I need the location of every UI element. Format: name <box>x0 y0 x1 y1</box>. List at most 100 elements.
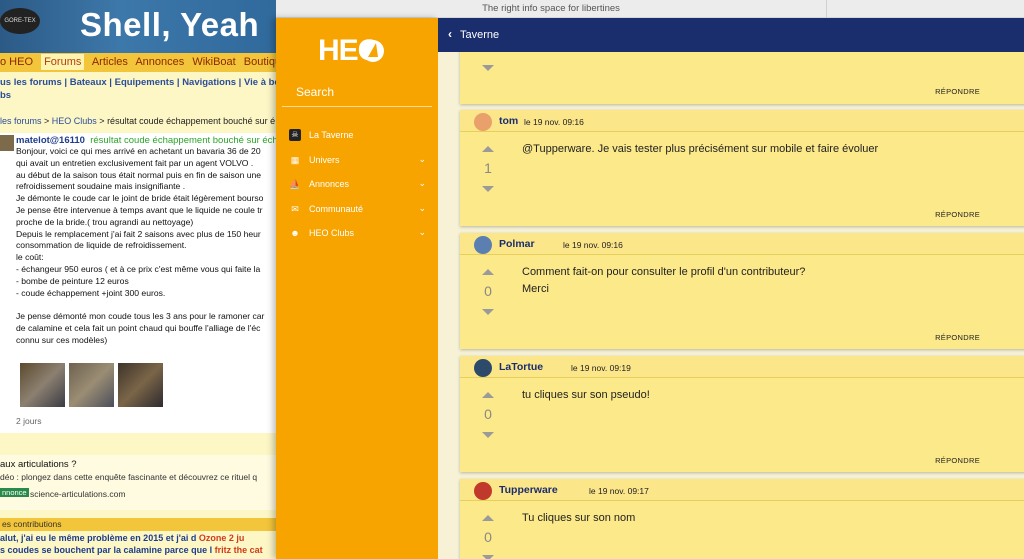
sidebar-item-label: HEO Clubs <box>309 228 355 238</box>
chevron-down-icon[interactable]: ⌄ <box>418 203 426 214</box>
post-author[interactable]: Polmar <box>499 238 535 250</box>
post-card-header: tom le 19 nov. 09:16 <box>460 110 1024 132</box>
post-time: 2 jours <box>16 416 42 426</box>
sidebar-item-la-taverne[interactable]: ☠ La Taverne <box>276 123 438 148</box>
chevron-down-icon[interactable]: ⌄ <box>418 178 426 189</box>
sidebar-item-heo-clubs[interactable]: ☻ HEO Clubs ⌄ <box>276 221 438 246</box>
post-message: Merci <box>522 283 549 295</box>
forum-nav: o HEO Forums Articles Annonces WikiBoat … <box>0 53 300 72</box>
subnav-line-2[interactable]: bs <box>0 89 300 102</box>
upvote-icon[interactable] <box>482 146 494 152</box>
photo-thumbnail[interactable] <box>69 363 114 407</box>
photo-thumbnail[interactable] <box>118 363 163 407</box>
upvote-icon[interactable] <box>482 269 494 275</box>
contribution-user[interactable]: fritz the cat <box>215 545 263 555</box>
nav-forums[interactable]: Forums <box>41 54 85 70</box>
post-message: Tu cliques sur son nom <box>522 512 636 524</box>
thread-header: ‹ Taverne <box>438 18 1024 52</box>
post-card: tom le 19 nov. 09:16 1 @Tupperware. Je v… <box>460 110 1024 226</box>
background-forum-page: GORE-TEX Shell, Yeah o HEO Forums Articl… <box>0 0 300 559</box>
contribution-row[interactable]: s coudes se bouchent par la calamine par… <box>0 545 263 555</box>
sidebar-item-communaute[interactable]: ✉ Communauté ⌄ <box>276 197 438 222</box>
reply-button[interactable]: RÉPONDRE <box>935 87 980 96</box>
tab-separator <box>826 0 827 18</box>
sidebar-item-label: Univers <box>309 154 340 165</box>
post-card-header: LaTortue le 19 nov. 09:19 <box>460 356 1024 378</box>
search-underline <box>282 106 432 107</box>
avatar[interactable] <box>474 113 492 131</box>
sidebar-item-annonces[interactable]: ⛵ Annonces ⌄ <box>276 172 438 197</box>
search-input[interactable]: Search <box>296 85 334 99</box>
ad-title[interactable]: aux articulations ? <box>0 459 77 470</box>
nav-heo[interactable]: o HEO <box>0 56 33 68</box>
post-card-header: Polmar le 19 nov. 09:16 <box>460 233 1024 255</box>
post-body: Bonjour, voici ce qui mes arrivé en ache… <box>16 146 265 345</box>
app-sidebar: HEO Search ☠ La Taverne ▦ Univers ⌄ ⛵ An… <box>276 18 438 559</box>
downvote-icon[interactable] <box>482 186 494 192</box>
ad-badge: nnonce <box>0 488 29 497</box>
post-message: @Tupperware. Je vais tester plus précisé… <box>522 143 879 155</box>
post-author[interactable]: matelot@16110 <box>16 135 85 146</box>
ad-block[interactable]: aux articulations ? déo : plongez dans c… <box>0 455 300 510</box>
post-author[interactable]: LaTortue <box>499 361 543 373</box>
reply-button[interactable]: RÉPONDRE <box>935 210 980 219</box>
contribution-row[interactable]: alut, j'ai eu le même problème en 2015 e… <box>0 533 244 543</box>
downvote-icon[interactable] <box>482 309 494 315</box>
sidebar-item-label: Annonces <box>309 179 350 189</box>
post-subject[interactable]: résultat coude échappement bouché sur éc… <box>90 135 283 146</box>
post-date: le 19 nov. 09:19 <box>571 363 631 373</box>
upvote-icon[interactable] <box>482 515 494 521</box>
thread-list[interactable]: RÉPONDRE tom le 19 nov. 09:16 1 @Tupperw… <box>438 52 1024 559</box>
ad-text: déo : plongez dans cette enquête fascina… <box>0 472 258 482</box>
contributions-header: es contributions <box>0 518 300 531</box>
boat-icon: ⛵ <box>289 179 301 189</box>
sidebar-item-label: La Taverne <box>309 130 354 140</box>
back-chevron-icon[interactable]: ‹ <box>448 27 452 41</box>
post-card: RÉPONDRE <box>460 52 1024 104</box>
forum-post: matelot@16110 résultat coude échappement… <box>0 133 300 433</box>
nav-wikiboat[interactable]: WikiBoat <box>192 56 235 68</box>
forum-breadcrumb: les forums > HEO Clubs > résultat coude … <box>0 116 276 126</box>
contribution-text[interactable]: alut, j'ai eu le même problème en 2015 e… <box>0 533 196 543</box>
downvote-icon[interactable] <box>482 555 494 559</box>
sidebar-item-univers[interactable]: ▦ Univers ⌄ <box>276 148 438 173</box>
post-card: Polmar le 19 nov. 09:16 0 Comment fait-o… <box>460 233 1024 349</box>
nav-annonces[interactable]: Annonces <box>135 56 184 68</box>
ad-link[interactable]: science-articulations.com <box>30 489 125 499</box>
nav-articles[interactable]: Articles <box>92 56 128 68</box>
post-message: tu cliques sur son pseudo! <box>522 389 650 401</box>
banner-title: Shell, Yeah <box>80 6 260 43</box>
vote-count: 1 <box>484 160 492 176</box>
forum-subnav[interactable]: us les forums | Bateaux | Equipements | … <box>0 76 300 102</box>
downvote-icon[interactable] <box>482 432 494 438</box>
downvote-icon[interactable] <box>482 65 494 71</box>
chevron-down-icon[interactable]: ⌄ <box>418 227 426 238</box>
reply-button[interactable]: RÉPONDRE <box>935 456 980 465</box>
window-title: The right info space for libertines <box>482 3 620 14</box>
contribution-text[interactable]: s coudes se bouchent par la calamine par… <box>0 545 212 555</box>
upvote-icon[interactable] <box>482 392 494 398</box>
crumb-clubs[interactable]: HEO Clubs <box>52 116 97 126</box>
crumb-forums[interactable]: les forums <box>0 116 42 126</box>
post-date: le 19 nov. 09:16 <box>524 117 584 127</box>
gore-tex-badge: GORE-TEX <box>0 8 40 34</box>
group-icon: ☻ <box>290 228 300 238</box>
photo-thumbnail[interactable] <box>20 363 65 407</box>
post-author[interactable]: Tupperware <box>499 484 558 496</box>
contribution-user[interactable]: Ozone 2 ju <box>199 533 245 543</box>
vote-count: 0 <box>484 406 492 422</box>
chevron-down-icon[interactable]: ⌄ <box>418 154 426 165</box>
post-author[interactable]: tom <box>499 115 518 127</box>
avatar[interactable] <box>474 236 492 254</box>
post-header: matelot@16110 résultat coude échappement… <box>16 135 283 146</box>
post-date: le 19 nov. 09:16 <box>563 240 623 250</box>
reply-button[interactable]: RÉPONDRE <box>935 333 980 342</box>
skull-icon: ☠ <box>289 129 301 141</box>
subnav-line-1[interactable]: us les forums | Bateaux | Equipements | … <box>0 76 300 89</box>
post-card: Tupperware le 19 nov. 09:17 0 Tu cliques… <box>460 479 1024 559</box>
sidebar-menu: ☠ La Taverne ▦ Univers ⌄ ⛵ Annonces ⌄ ✉ … <box>276 123 438 246</box>
crumb-current: résultat coude échappement bouché sur é <box>107 116 276 126</box>
avatar[interactable] <box>474 359 492 377</box>
avatar[interactable] <box>474 482 492 500</box>
post-thumbnails <box>20 363 167 412</box>
